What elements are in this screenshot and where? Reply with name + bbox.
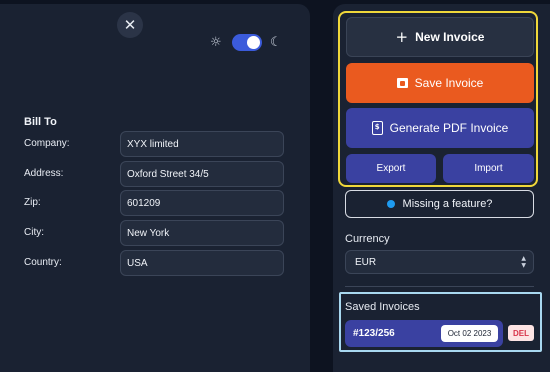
missing-feature-button[interactable]: Missing a feature? — [345, 190, 534, 218]
delete-invoice-button[interactable]: DEL — [508, 325, 534, 341]
saved-invoice-item[interactable]: #123/256 Oct 02 2023 — [345, 320, 503, 347]
divider — [345, 286, 534, 287]
moon-icon: ☾ — [270, 35, 282, 50]
import-label: Import — [474, 163, 503, 174]
plus-icon: + — [395, 28, 409, 46]
export-button[interactable]: Export — [346, 154, 436, 183]
zip-label: Zip: — [24, 197, 41, 208]
theme-toggle[interactable] — [232, 34, 262, 51]
invoice-date-badge: Oct 02 2023 — [441, 325, 498, 342]
zip-field[interactable] — [120, 190, 284, 216]
bill-to-title: Bill To — [24, 116, 57, 128]
new-invoice-label: New Invoice — [415, 30, 485, 44]
zip-row: Zip: — [24, 190, 286, 216]
company-label: Company: — [24, 138, 70, 149]
sun-icon: ☼ — [210, 35, 222, 50]
city-field[interactable] — [120, 220, 284, 246]
currency-select[interactable]: EUR ▲ ▼ — [345, 250, 534, 274]
invoice-editor-panel: ✕ ☼ ☾ Bill To Company: Address: Zip: Cit… — [0, 4, 310, 372]
country-label: Country: — [24, 257, 62, 268]
address-label: Address: — [24, 168, 64, 179]
address-row: Address: — [24, 161, 286, 187]
city-row: City: — [24, 220, 286, 246]
currency-value: EUR — [355, 256, 377, 268]
save-icon — [396, 78, 408, 88]
export-label: Export — [376, 163, 406, 174]
theme-switcher: ☼ ☾ — [210, 34, 282, 51]
import-button[interactable]: Import — [443, 154, 534, 183]
company-field[interactable] — [120, 131, 284, 157]
city-label: City: — [24, 227, 44, 238]
currency-label: Currency — [345, 233, 390, 245]
save-invoice-label: Save Invoice — [414, 76, 484, 90]
generate-pdf-button[interactable]: $ Generate PDF Invoice — [346, 108, 534, 148]
invoice-document-icon: $ — [371, 121, 383, 135]
missing-feature-label: Missing a feature? — [402, 198, 493, 210]
saved-invoices-title: Saved Invoices — [345, 301, 420, 313]
country-row: Country: — [24, 250, 286, 276]
toggle-knob — [247, 36, 260, 49]
company-row: Company: — [24, 131, 286, 157]
status-dot-icon — [386, 200, 395, 208]
new-invoice-button[interactable]: + New Invoice — [346, 17, 534, 57]
country-field[interactable] — [120, 250, 284, 276]
invoice-id: #123/256 — [353, 328, 395, 339]
close-button[interactable]: ✕ — [117, 12, 143, 38]
select-updown-icon: ▲ ▼ — [521, 255, 526, 269]
address-field[interactable] — [120, 161, 284, 187]
save-invoice-button[interactable]: Save Invoice — [346, 63, 534, 103]
close-icon: ✕ — [123, 16, 137, 34]
generate-pdf-label: Generate PDF Invoice — [389, 121, 509, 135]
